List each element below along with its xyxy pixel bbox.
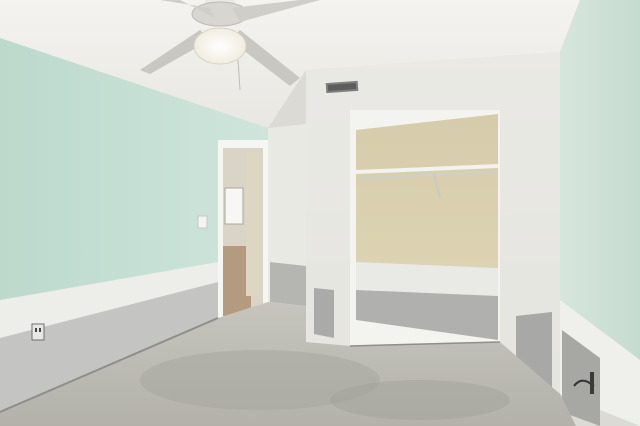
electrical-outlet-icon [31,323,45,341]
hall-wall-patch [270,262,306,306]
closet-back-trim [356,262,498,296]
empty-bedroom-photo [0,0,640,426]
closet-wall-patch-left [314,288,334,338]
light-switch-icon [197,215,208,229]
closet-back-wall [356,114,498,268]
door-stop-plate [590,372,594,394]
hallway-window [224,187,244,225]
room-illustration [0,0,640,426]
floor-stain-2 [330,380,510,420]
hallway-wall-right [246,152,260,296]
